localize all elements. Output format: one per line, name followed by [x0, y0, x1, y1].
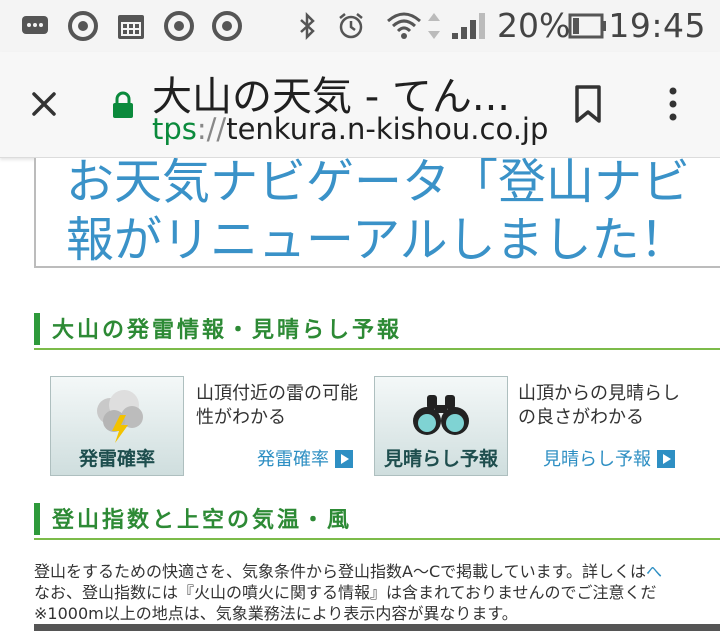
url-scheme: tps [152, 112, 197, 146]
banner-line-2: 報がリニューアルしました！ [66, 212, 688, 268]
bluetooth-icon [300, 11, 315, 41]
link-text: 見晴らし予報 [543, 449, 651, 470]
section-heading-text: 登山指数と上空の気温・風 [52, 508, 353, 533]
message-icon [22, 16, 48, 34]
section-heading-climbing: 登山指数と上空の気温・風 [34, 500, 720, 540]
play-arrow-icon [657, 450, 675, 468]
calendar-icon [118, 15, 144, 39]
section-heading-lightning: 大山の発雷情報・見晴らし予報 [34, 310, 720, 350]
chrome-icon [212, 11, 242, 41]
alarm-icon [339, 13, 363, 39]
visibility-tile[interactable]: 見晴らし予報 [374, 376, 508, 476]
url-display[interactable]: tps://tenkura.n-kishou.co.jp [152, 112, 548, 146]
overflow-menu-icon[interactable] [658, 82, 688, 126]
browser-toolbar: 大山の天気 - てん... tps://tenkura.n-kishou.co.… [0, 52, 720, 158]
heading-accent-bar [34, 313, 40, 345]
paragraph-line: ※1000m以上の地点は、気象業務法により表示内容が異なります。 [34, 604, 518, 623]
wifi-icon [387, 12, 421, 39]
battery-icon [568, 13, 606, 39]
close-icon[interactable] [24, 84, 64, 124]
signal-icon [452, 13, 485, 39]
tile-description: 山頂付近の雷の可能 性がわかる [196, 382, 358, 430]
visibility-link[interactable]: 見晴らし予報 [543, 445, 675, 471]
bookmark-icon[interactable] [568, 82, 608, 126]
desc-line: 山頂付近の雷の可能 [196, 383, 358, 404]
url-separator: :// [196, 112, 227, 146]
tile-label: 発雷確率 [78, 448, 155, 470]
tile-description: 山頂からの見晴らし の良さがわかる [518, 382, 680, 430]
thunderstorm-icon [97, 390, 143, 443]
chrome-icon [68, 11, 98, 41]
status-bar: 20% 19:45 [0, 0, 720, 52]
web-page: お天気ナビゲータ「登山ナビ 報がリニューアルしました！ 大山の発雷情報・見晴らし… [0, 158, 720, 631]
binoculars-icon [413, 395, 469, 435]
desc-line: 性がわかる [196, 407, 286, 428]
data-arrows-icon [428, 13, 440, 39]
phone-screen: 20% 19:45 大山の天気 - てん... tps://tenkura.n-… [0, 0, 720, 631]
lightning-tile[interactable]: 発雷確率 [50, 376, 184, 476]
lightning-link[interactable]: 発雷確率 [257, 445, 353, 471]
clock: 19:45 [608, 6, 706, 45]
desc-line: の良さがわかる [518, 407, 644, 428]
table-header-strip [34, 624, 720, 631]
renewal-banner[interactable]: お天気ナビゲータ「登山ナビ 報がリニューアルしました！ [34, 158, 720, 268]
tile-label: 見晴らし予報 [383, 448, 498, 470]
chrome-icon [164, 11, 194, 41]
section-heading-text: 大山の発雷情報・見晴らし予報 [52, 318, 403, 343]
desc-line: 山頂からの見晴らし [518, 383, 680, 404]
play-arrow-icon [335, 450, 353, 468]
lock-icon [113, 91, 133, 118]
link-text: 発雷確率 [257, 449, 329, 470]
heading-accent-bar [34, 503, 40, 535]
url-host: tenkura.n-kishou.co.jp [226, 112, 549, 146]
battery-percent: 20% [497, 6, 571, 45]
